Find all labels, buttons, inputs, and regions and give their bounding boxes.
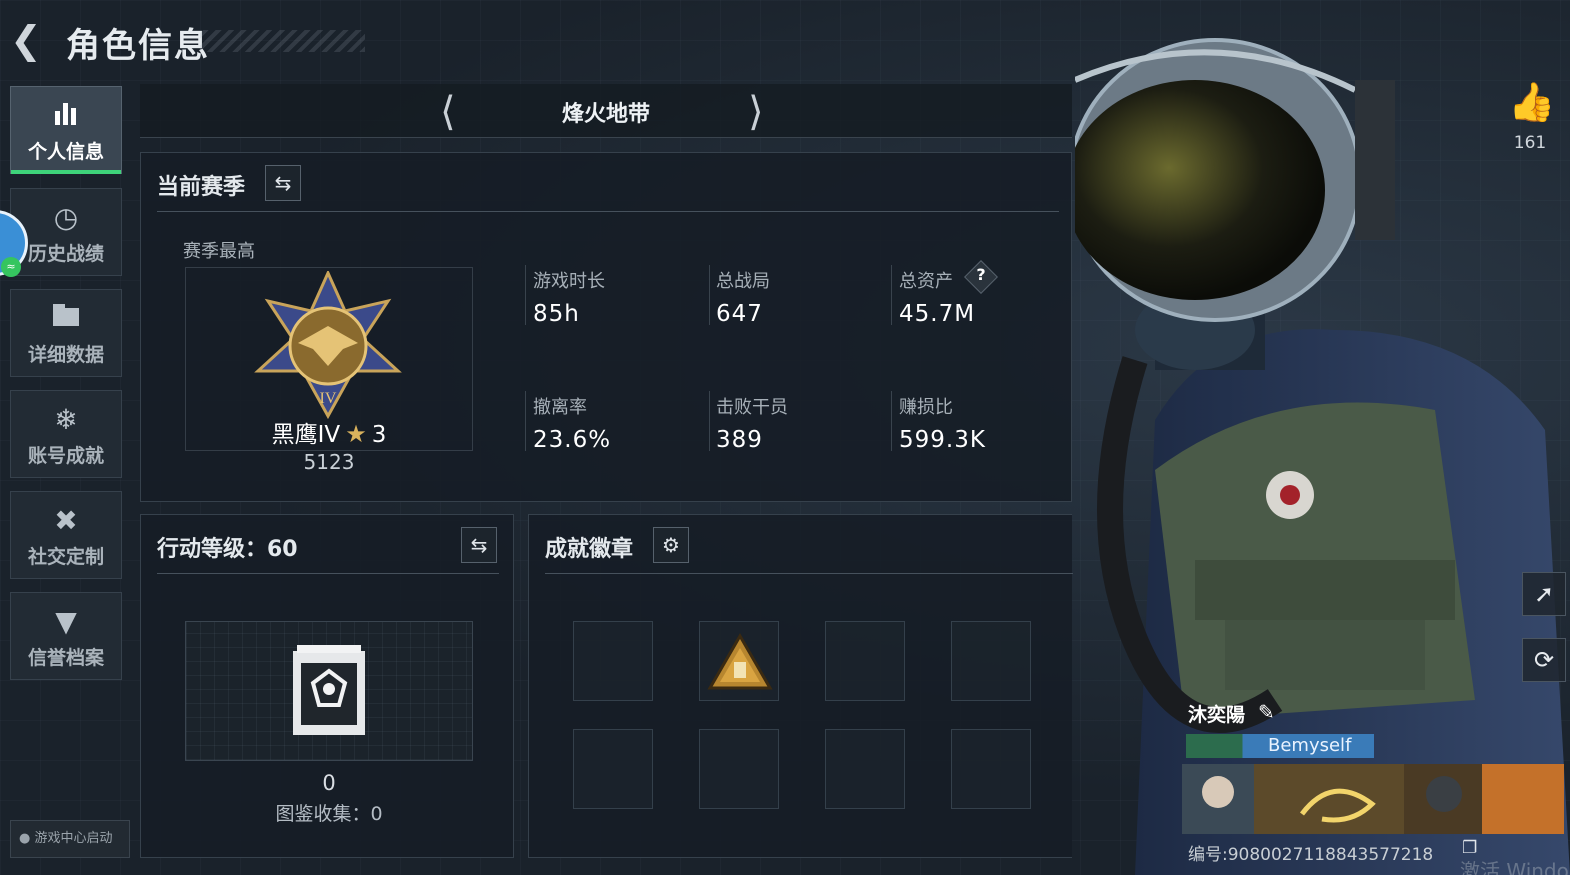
rank-name: 黑鹰IV (271, 422, 341, 448)
refresh-icon[interactable]: ⟳ (1522, 638, 1566, 682)
nav-item-label: 详细数据 (27, 344, 104, 366)
page-title: 角色信息 (66, 26, 210, 66)
nav-item-label: 账号成就 (27, 445, 104, 467)
stat-label-playtime: 游戏时长 (533, 271, 605, 292)
tools-icon: ✖ (54, 504, 78, 537)
help-icon[interactable]: ? (973, 265, 989, 284)
current-season-panel: 当前赛季 ⇆ 赛季最高 IV 黑鹰IV ★ 3 5123 游戏时长 85h 总战… (140, 152, 1072, 502)
game-center-launch-badge[interactable]: ● 游戏中心启动 (10, 820, 130, 858)
star-icon: ★ (345, 420, 367, 448)
credit-shield-icon: ▼ (55, 605, 77, 638)
clock-icon: ◷ (53, 201, 79, 234)
collection-label: 图鉴收集：0 (275, 803, 383, 825)
divider (545, 573, 1073, 574)
season-best-label: 赛季最高 (183, 241, 255, 262)
rank-name-row: 黑鹰IV ★ 3 (185, 415, 473, 449)
divider (891, 391, 892, 451)
mode-switcher: ⟨ 烽火地带 ⟩ (140, 84, 1072, 138)
activation-watermark: 激活 Windo (1460, 859, 1569, 875)
player-id: 编号:9080027118843577218 (1188, 845, 1434, 865)
swap-icon[interactable]: ⇆ (265, 165, 301, 201)
rank-emblem: IV (253, 269, 403, 421)
swap-icon[interactable]: ⇆ (461, 527, 497, 563)
bar-chart-icon (11, 99, 121, 133)
rank-score: 5123 (303, 450, 355, 474)
stat-label-assets: 总资产 (899, 271, 953, 292)
nav-item-label: 社交定制 (27, 546, 104, 568)
stat-value-matches: 647 (716, 301, 763, 327)
nav-item-credit[interactable]: ▼ 信誉档案 (10, 592, 122, 680)
share-icon[interactable]: ➚ (1522, 572, 1566, 616)
divider (891, 265, 892, 325)
nav-item-details[interactable]: 详细数据 (10, 289, 122, 377)
launch-label: 游戏中心启动 (34, 831, 113, 846)
divider (157, 211, 1059, 212)
stat-value-assets: 45.7M (899, 301, 976, 327)
chevron-left-icon[interactable]: ⟨ (440, 92, 456, 132)
divider (525, 265, 526, 325)
badge-slot[interactable] (825, 621, 905, 701)
title-decoration (200, 30, 365, 52)
badge-slot[interactable] (951, 621, 1031, 701)
warning-badge-icon (707, 632, 773, 690)
action-level-title: 行动等级：60 (157, 537, 298, 562)
rank-star-level: 3 (371, 422, 387, 448)
divider (525, 391, 526, 451)
achievement-icon: ❄ (54, 403, 78, 436)
svg-text:IV: IV (320, 390, 337, 407)
player-name: 沐奕陽 (1188, 704, 1246, 726)
chevron-right-icon[interactable]: ⟩ (748, 92, 764, 132)
thumbs-up-icon[interactable]: 👍 (1508, 80, 1555, 125)
nav-item-label: 个人信息 (27, 141, 104, 163)
badge-slot[interactable] (951, 729, 1031, 809)
stat-value-playtime: 85h (533, 301, 580, 327)
gear-icon[interactable]: ⚙ (653, 527, 689, 563)
stat-label-profit-ratio: 赚损比 (899, 397, 953, 418)
badge-slot[interactable] (699, 621, 779, 701)
nav-item-personal-info[interactable]: 个人信息 (10, 86, 122, 174)
player-tag: Bemyself (1268, 735, 1352, 756)
edit-pencil-icon[interactable]: ✎ (1258, 700, 1275, 724)
badge-slot[interactable] (825, 729, 905, 809)
like-count: 161 (1513, 133, 1547, 153)
badge-slot[interactable] (573, 621, 653, 701)
nav-item-history[interactable]: ◷ 历史战绩 (10, 188, 122, 276)
collection-count: 0 (322, 771, 336, 795)
achievement-badges-panel: 成就徽章 ⚙ (528, 514, 1073, 858)
divider (709, 265, 710, 325)
nav-item-achievements[interactable]: ❄ 账号成就 (10, 390, 122, 478)
mode-title: 烽火地带 (561, 102, 650, 127)
divider (157, 573, 499, 574)
season-title: 当前赛季 (157, 175, 246, 200)
stat-label-extraction-rate: 撤离率 (533, 397, 587, 418)
divider (709, 391, 710, 451)
user-icon: ● (19, 831, 31, 846)
stat-label-kills: 击败干员 (716, 397, 788, 418)
nav-item-label: 信誉档案 (27, 647, 104, 669)
back-arrow-icon[interactable]: ❮ (10, 20, 50, 60)
achievement-title: 成就徽章 (545, 537, 634, 562)
stat-label-matches: 总战局 (716, 271, 770, 292)
profile-banner (1182, 764, 1564, 834)
stat-value-profit-ratio: 599.3K (899, 427, 986, 453)
stat-value-kills: 389 (716, 427, 763, 453)
nav-item-social[interactable]: ✖ 社交定制 (10, 491, 122, 579)
action-level-panel: 行动等级：60 ⇆ 0 图鉴收集：0 (140, 514, 514, 858)
wifi-icon: ≈ (1, 257, 21, 277)
stat-value-extraction-rate: 23.6% (533, 427, 612, 453)
collection-case-icon (291, 645, 367, 737)
badge-slot[interactable] (699, 729, 779, 809)
folder-icon (11, 302, 121, 336)
badge-slot[interactable] (573, 729, 653, 809)
